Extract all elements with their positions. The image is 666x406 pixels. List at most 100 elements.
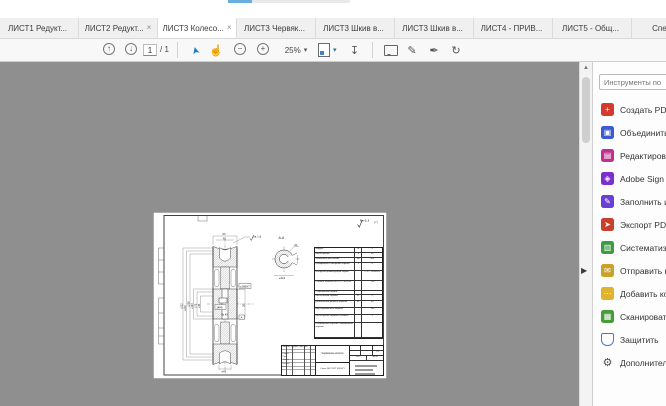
parameter-symbol: aw — [355, 258, 362, 262]
sign-button[interactable]: ✒ — [427, 43, 441, 57]
parameter-value — [362, 291, 382, 294]
tool-item[interactable]: ▦ Сканировать и распознать — [593, 305, 666, 328]
document-tab-bar: ЛИСТ1 Редукт... ЛИСТ2 Редукт... × ЛИСТ3 … — [0, 18, 666, 39]
select-tool-button[interactable]: ➤ — [189, 43, 203, 57]
svg-text:14P9: 14P9 — [216, 305, 223, 309]
parameter-symbol: m — [355, 248, 362, 252]
parameter-name: Число зубьев — [315, 253, 355, 257]
tools-panel-toggle-icon[interactable]: ▶ — [581, 266, 587, 275]
zoom-out-button[interactable]: − — [234, 43, 246, 55]
document-tab[interactable]: ЛИСТ3 Шкив в... — [316, 18, 395, 38]
tool-icon: ◈ — [601, 172, 614, 185]
title-block-header-row: Изм. Лист № докум. Подп. Дата — [283, 346, 308, 348]
previous-page-button[interactable]: ↑ — [103, 43, 115, 55]
fit-width-button[interactable]: ↧ — [348, 43, 361, 57]
part-name: Червячное колесо — [316, 346, 348, 363]
parameter-symbol — [355, 291, 362, 294]
tools-sidebar: + Создать PDF ▣ Объединить файлы ▤ Редак… — [592, 62, 666, 406]
scrollbar-thumb[interactable] — [582, 77, 590, 143]
page-display-caret-icon[interactable]: ▾ — [333, 46, 337, 54]
parameter-value: 4 — [362, 248, 382, 252]
parameter-symbol — [355, 271, 362, 280]
parameter-name: Степень точности по ГОСТ 3675-81 — [315, 281, 355, 290]
document-tab[interactable]: ЛИСТ4 - ПРИВ... — [474, 18, 553, 38]
parameter-symbol: x — [355, 263, 362, 270]
parameter-value: −1 — [362, 263, 382, 270]
tab-label: ЛИСТ1 Редукт... — [8, 24, 67, 33]
toolbar-separator — [372, 42, 373, 58]
stamp-button[interactable]: ↻ — [449, 43, 463, 57]
document-tab[interactable]: ЛИСТ5 - Общ... — [553, 18, 632, 38]
content-area: Ra 6,3 (√) — [0, 62, 666, 406]
tab-close-icon[interactable]: × — [227, 24, 232, 32]
svg-text:⌀224: ⌀224 — [279, 277, 285, 280]
parameter-value: ГОСТ 19036-81 — [362, 271, 382, 280]
zoom-in-button[interactable]: + — [257, 43, 269, 55]
tool-item[interactable]: ▥ Систематизировать страницы — [593, 236, 666, 259]
parameter-value: 100 — [362, 258, 382, 262]
page-display-icon — [318, 43, 330, 57]
tab-label: ЛИСТ2 Редукт... — [85, 24, 144, 33]
tool-item[interactable]: + Создать PDF — [593, 98, 666, 121]
parameter-value — [362, 323, 382, 337]
document-tab[interactable]: ЛИСТ1 Редукт... — [0, 18, 79, 38]
up-arrow-icon: ↑ — [107, 43, 111, 55]
vertical-scrollbar[interactable]: ▲ — [579, 62, 592, 406]
tools-search-input[interactable] — [599, 74, 666, 90]
tool-icon: ▦ — [601, 310, 614, 323]
tool-item[interactable]: ◈ Adobe Sign — [593, 167, 666, 190]
tool-item[interactable]: ✉ Отправить на рецензирование — [593, 259, 666, 282]
document-tab[interactable]: ЛИСТ2 Редукт... × — [79, 18, 158, 38]
tool-item[interactable]: ▣ Объединить файлы — [593, 121, 666, 144]
tool-item[interactable]: ✎ Заполнить и подписать — [593, 190, 666, 213]
minus-icon: − — [238, 43, 243, 55]
parameter-value: ZA — [362, 308, 382, 314]
pen-icon: ✒ — [429, 44, 438, 57]
tool-label: Сканировать и распознать — [620, 312, 666, 322]
tool-icon: ▤ — [601, 149, 614, 162]
tool-item[interactable]: ▤ Редактировать PDF — [593, 144, 666, 167]
scroll-up-icon[interactable]: ▲ — [580, 65, 592, 71]
comment-icon — [384, 45, 398, 56]
acrobat-window: ЛИСТ1 Редукт... ЛИСТ2 Редукт... × ЛИСТ3 … — [0, 0, 666, 406]
document-tab[interactable]: Специфи — [632, 18, 666, 38]
parameter-row: Число зубьев червяка в обхвате 1 — [315, 315, 382, 323]
document-tab[interactable]: ЛИСТ3 Шкив в... — [395, 18, 474, 38]
zoom-level-dropdown[interactable]: 25% ▾ — [279, 43, 313, 57]
tool-item[interactable]: ⋯ Добавить комментарий — [593, 282, 666, 305]
parameter-value: 7-В — [362, 281, 382, 290]
parameter-name: Обозначение чертежа сопряжённого червяка — [315, 323, 355, 337]
progress-track — [228, 0, 350, 3]
page-number-input[interactable] — [143, 44, 157, 56]
tab-label: ЛИСТ5 - Общ... — [562, 24, 619, 33]
tool-label: Заполнить и подписать — [620, 197, 666, 207]
fill-sign-button[interactable]: ✎ — [405, 43, 419, 57]
document-tab[interactable]: ЛИСТ3 Колесо... × — [158, 18, 237, 39]
organization-cell — [350, 361, 383, 375]
fit-width-icon: ↧ — [350, 44, 359, 57]
hand-tool-button[interactable]: ☝ — [209, 43, 223, 57]
parameter-name: Коэффициент смещения червяка — [315, 263, 355, 270]
svg-text:30: 30 — [242, 304, 245, 307]
tool-label: Экспорт PDF — [620, 220, 666, 230]
parameter-name: Вид сопряжённого червяка — [315, 308, 355, 314]
next-page-button[interactable]: ↓ — [125, 43, 137, 55]
document-tab[interactable]: ЛИСТ3 Червяк... — [237, 18, 316, 38]
document-canvas[interactable]: Ra 6,3 (√) — [0, 62, 592, 406]
tool-icon: ⚙ — [601, 356, 614, 369]
tab-close-icon[interactable]: × — [147, 24, 152, 32]
rotate-stamp-icon: ↻ — [451, 44, 460, 57]
pencil-icon: ✎ — [407, 44, 416, 57]
tool-icon: ⋯ — [601, 287, 614, 300]
page-display-button[interactable] — [318, 43, 330, 57]
svg-text:⌀45: ⌀45 — [198, 303, 201, 308]
tool-label: Защитить — [620, 335, 659, 345]
svg-text:А: А — [241, 316, 243, 320]
tab-label: Специфи — [652, 24, 666, 33]
title-block-sign-labels: Разраб. Пров. Т.контр. Н.контр. Утв. — [283, 353, 290, 370]
page-total-label: / 1 — [160, 45, 169, 54]
tool-item[interactable]: ➤ Экспорт PDF — [593, 213, 666, 236]
tool-item[interactable]: ⚙ Дополнительно — [593, 351, 666, 374]
comment-button[interactable] — [384, 43, 398, 57]
tool-item[interactable]: Защитить — [593, 328, 666, 351]
